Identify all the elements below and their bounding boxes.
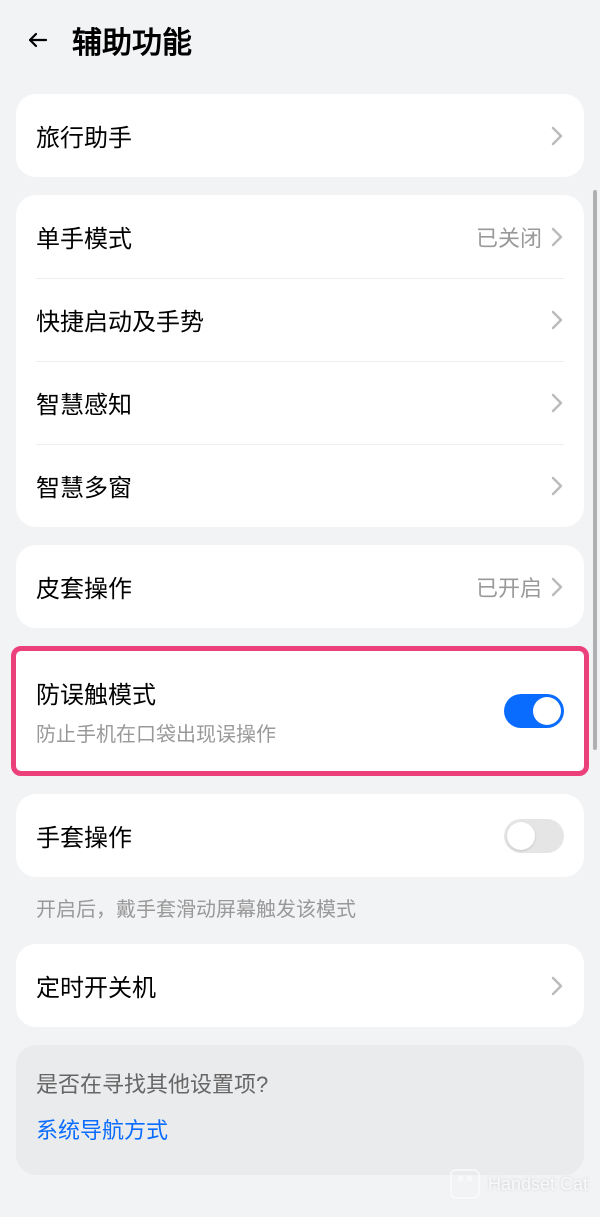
footer-link-navigation[interactable]: 系统导航方式: [36, 1113, 564, 1145]
row-label: 智慧多窗: [36, 468, 550, 503]
header: 辅助功能: [0, 0, 600, 76]
watermark: Handset Cat: [450, 1169, 588, 1199]
row-one-handed[interactable]: 单手模式 已关闭: [16, 195, 584, 278]
toggle-knob: [533, 697, 561, 725]
group-travel: 旅行助手: [16, 94, 584, 177]
row-label: 手套操作: [36, 818, 504, 853]
row-smart-multiwindow[interactable]: 智慧多窗: [16, 444, 584, 527]
chevron-right-icon: [550, 391, 564, 415]
row-label: 旅行助手: [36, 118, 550, 153]
row-scheduled-power[interactable]: 定时开关机: [16, 944, 584, 1027]
chevron-right-icon: [550, 124, 564, 148]
group-glove: 手套操作: [16, 794, 584, 877]
chevron-right-icon: [550, 308, 564, 332]
row-shortcuts-gestures[interactable]: 快捷启动及手势: [16, 278, 584, 361]
group-pocket-mode-highlighted: 防误触模式 防止手机在口袋出现误操作: [11, 646, 589, 776]
page-title: 辅助功能: [72, 18, 192, 62]
footer-suggestions: 是否在寻找其他设置项? 系统导航方式: [16, 1045, 584, 1175]
row-smart-sensing[interactable]: 智慧感知: [16, 361, 584, 444]
row-value: 已开启: [476, 571, 542, 603]
content: 旅行助手 单手模式 已关闭 快捷启动及手势 智慧感知 智慧多窗 皮套操作 已开启: [0, 94, 600, 1175]
group-modes: 单手模式 已关闭 快捷启动及手势 智慧感知 智慧多窗: [16, 195, 584, 527]
watermark-logo-icon: [450, 1169, 480, 1199]
toggle-knob: [507, 822, 535, 850]
group-leather: 皮套操作 已开启: [16, 545, 584, 628]
scrollbar[interactable]: [593, 190, 597, 750]
chevron-right-icon: [550, 474, 564, 498]
glove-mode-toggle[interactable]: [504, 819, 564, 853]
footer-question: 是否在寻找其他设置项?: [36, 1067, 564, 1099]
chevron-right-icon: [550, 575, 564, 599]
row-label: 防误触模式: [36, 675, 504, 710]
group-power: 定时开关机: [16, 944, 584, 1027]
glove-hint-text: 开启后，戴手套滑动屏幕触发该模式: [16, 877, 584, 926]
pocket-mode-toggle[interactable]: [504, 694, 564, 728]
arrow-left-icon: [26, 28, 50, 52]
row-label: 智慧感知: [36, 385, 550, 420]
row-label: 单手模式: [36, 219, 476, 254]
chevron-right-icon: [550, 225, 564, 249]
row-pocket-mode: 防误触模式 防止手机在口袋出现误操作: [16, 651, 584, 771]
back-button[interactable]: [24, 26, 52, 54]
row-leather-case[interactable]: 皮套操作 已开启: [16, 545, 584, 628]
row-travel-assistant[interactable]: 旅行助手: [16, 94, 584, 177]
row-subtitle: 防止手机在口袋出现误操作: [36, 718, 504, 747]
row-value: 已关闭: [476, 221, 542, 253]
watermark-text: Handset Cat: [488, 1174, 588, 1195]
row-label: 皮套操作: [36, 569, 476, 604]
chevron-right-icon: [550, 974, 564, 998]
row-label: 快捷启动及手势: [36, 302, 550, 337]
row-glove-mode: 手套操作: [16, 794, 584, 877]
row-label: 定时开关机: [36, 968, 550, 1003]
